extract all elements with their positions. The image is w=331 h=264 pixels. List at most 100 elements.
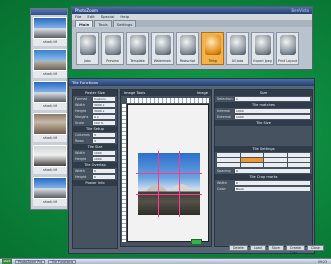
thumbnail-caption: shark.tif (33, 135, 67, 142)
tile-export-jpeg[interactable]: Export Jpeg (251, 32, 274, 65)
tile-jobs[interactable]: Jobs (76, 32, 99, 65)
tile-print-layout[interactable]: Print Layout (276, 32, 299, 65)
tile-height-input[interactable]: 1000 (93, 157, 115, 161)
tab-tools[interactable]: Tools (94, 20, 112, 27)
image-panel-header: Image Tools Image (121, 90, 211, 96)
field-label: Width (75, 103, 85, 107)
tab-main[interactable]: Main (75, 20, 94, 27)
tile-label: Postscript (179, 59, 196, 63)
poster-info-header: Poster Info (73, 180, 117, 186)
field-label: Scale (75, 121, 85, 125)
tile-window-titlebar[interactable]: Tile Functions (69, 79, 314, 86)
create-tiles-button[interactable]: Create Tiles (285, 245, 305, 255)
thumbnail-image (33, 145, 67, 167)
thumbnail-item[interactable]: shark.tif (33, 145, 67, 175)
height-input[interactable]: 3000 x (93, 109, 115, 113)
tile-label: Print Layout (277, 59, 298, 63)
tile-settings-grid[interactable] (215, 152, 312, 168)
field-label: Selection (217, 97, 233, 101)
close-button[interactable]: Close (306, 245, 324, 251)
tile-width-input[interactable]: 1000 (93, 151, 115, 155)
crop-width-input[interactable]: 0 (235, 181, 310, 185)
thumbnail-list: shark.tif shark.tif shark.tif shark.tif … (33, 17, 67, 209)
tile-postscript[interactable]: Postscript (176, 32, 199, 65)
thumbnail-item[interactable]: shark.tif (33, 17, 67, 47)
taskbar-item[interactable]: PhotoZoom Pro (15, 259, 46, 264)
spacing-input[interactable]: 0 (235, 169, 310, 173)
tile-watermark[interactable]: Watermark (151, 32, 174, 65)
thumbnail-item[interactable]: shark.tif (33, 177, 67, 207)
function-tiles: Jobs Preview Template Watermark Postscri… (76, 32, 299, 65)
horizontal-ruler (127, 98, 209, 103)
field-label: Margins (75, 115, 89, 119)
thumbnail-item[interactable]: shark.tif (33, 113, 67, 143)
grid-cell[interactable] (287, 153, 310, 157)
start-button[interactable]: start (2, 259, 12, 264)
grid-cell[interactable] (287, 158, 310, 162)
image-tools-label: Image Tools (124, 91, 146, 95)
all-jobs-icon (230, 35, 246, 55)
jobs-icon (80, 35, 96, 55)
thumbnail-caption: shark.tif (33, 199, 67, 206)
tile-cut-line[interactable] (136, 173, 202, 174)
tile-template[interactable]: Template (126, 32, 149, 65)
grid-cell[interactable] (217, 153, 240, 157)
tile-label: Tiling (208, 59, 217, 63)
preview-canvas[interactable] (127, 104, 209, 242)
grid-cell[interactable] (287, 163, 310, 167)
load-button[interactable]: Load (249, 245, 266, 251)
grid-cell[interactable] (264, 163, 287, 167)
tile-cut-line[interactable] (136, 194, 202, 195)
grid-cell[interactable] (240, 153, 263, 157)
taskbar-clock: 09:23 (317, 259, 327, 264)
status-indicator[interactable] (191, 239, 202, 245)
preview-image (138, 153, 200, 215)
template-icon (130, 35, 146, 55)
selection-input[interactable]: 1 (235, 97, 310, 101)
thumbnail-image (33, 177, 67, 199)
grid-cell[interactable] (240, 163, 263, 167)
grid-cell[interactable] (264, 153, 287, 157)
field-label: Width (217, 181, 227, 185)
tile-preview[interactable]: Preview (101, 32, 124, 65)
overlap-height-input[interactable]: 0 (93, 175, 115, 179)
grid-cell[interactable] (217, 163, 240, 167)
tile-label: Template (130, 59, 145, 63)
tile-all-jobs[interactable]: All Jobs (226, 32, 249, 65)
thumbnail-item[interactable]: shark.tif (33, 81, 67, 111)
export-icon (255, 35, 271, 55)
delete-button[interactable]: Delete (229, 245, 248, 251)
grid-cell[interactable] (217, 158, 240, 162)
thumbnail-window[interactable]: shark.tif shark.tif shark.tif shark.tif … (30, 8, 68, 210)
format-select[interactable]: Custom (93, 97, 115, 101)
rows-input[interactable]: 3 (93, 139, 115, 143)
tile-label: Jobs (84, 59, 91, 63)
grid-cell[interactable] (264, 158, 287, 162)
internal-input[interactable]: 1000 (235, 109, 310, 113)
margins-input[interactable]: 0 x (93, 115, 115, 119)
field-row: Color Black (215, 186, 312, 192)
columns-input[interactable]: 3 (93, 133, 115, 137)
tile-size-header-right: Tile Size (215, 120, 312, 126)
taskbar: start PhotoZoom Pro Tile Functions 09:23 (0, 258, 331, 264)
scale-input[interactable]: 100 % (93, 121, 115, 125)
tab-settings[interactable]: Settings (112, 20, 137, 27)
grid-cell-selected[interactable] (240, 158, 263, 162)
thumbnail-image (33, 113, 67, 135)
tile-tiling[interactable]: Tiling (201, 32, 224, 65)
function-window-titlebar[interactable]: PhotoZoom BenVista (72, 7, 312, 14)
field-label: Width (75, 169, 85, 173)
crop-color-select[interactable]: Black (235, 187, 310, 191)
taskbar-item[interactable]: Tile Functions (48, 259, 77, 264)
function-tabs: Main Tools Settings (72, 20, 312, 27)
external-input[interactable]: 1000 (235, 115, 310, 119)
thumbnail-window-titlebar[interactable] (31, 9, 67, 15)
tile-cut-line[interactable] (179, 151, 180, 217)
overlap-width-input[interactable]: 0 (93, 169, 115, 173)
bottom-button-bar: Delete Load Save Create Tiles Close (229, 245, 324, 255)
tile-cut-line[interactable] (158, 151, 159, 217)
field-label: Internal (217, 109, 231, 113)
thumbnail-item[interactable]: shark.tif (33, 49, 67, 79)
save-button[interactable]: Save (267, 245, 284, 251)
width-input[interactable]: 3000 x (93, 103, 115, 107)
